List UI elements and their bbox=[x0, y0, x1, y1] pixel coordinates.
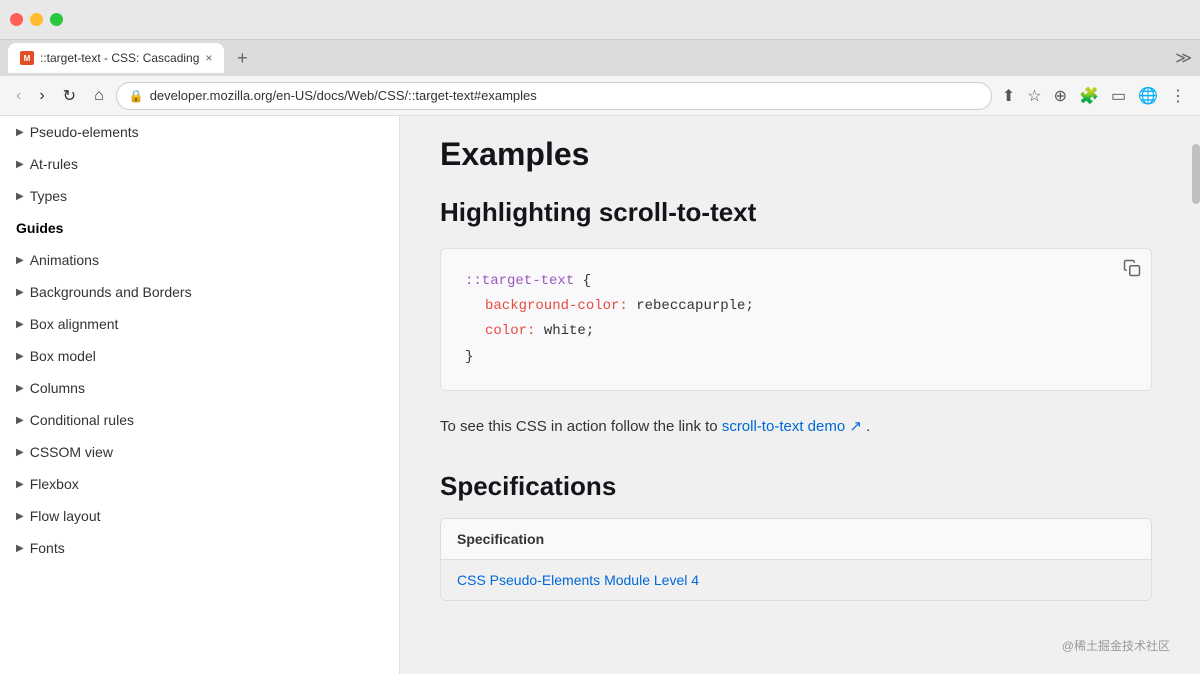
tab-close-button[interactable]: × bbox=[205, 51, 212, 65]
new-tab-button[interactable]: + bbox=[228, 44, 256, 72]
arrow-icon: ▶ bbox=[16, 383, 24, 394]
back-button[interactable]: ‹ bbox=[10, 83, 27, 109]
arrow-icon: ▶ bbox=[16, 127, 24, 138]
url-text: developer.mozilla.org/en-US/docs/Web/CSS… bbox=[150, 88, 979, 103]
spec-table-row: CSS Pseudo-Elements Module Level 4 bbox=[441, 560, 1151, 600]
sidebar-item-label: Fonts bbox=[30, 540, 65, 556]
right-scrollbar[interactable] bbox=[1192, 116, 1200, 674]
arrow-icon: ▶ bbox=[16, 191, 24, 202]
window-controls bbox=[10, 13, 63, 26]
sidebar-item-types[interactable]: ▶ Types bbox=[0, 180, 399, 212]
spec-table-header: Specification bbox=[441, 519, 1151, 560]
sidebar-item-label: Conditional rules bbox=[30, 412, 134, 428]
main-content: Examples Highlighting scroll-to-text ::t… bbox=[400, 116, 1192, 674]
css-close-brace: } bbox=[465, 349, 473, 365]
browser-chrome: M ::target-text - CSS: Cascading × + ≫ ‹… bbox=[0, 0, 1200, 674]
sidebar-item-label: Box alignment bbox=[30, 316, 119, 332]
sidebar-item-label: Animations bbox=[30, 252, 99, 268]
sidebar-item-flow-layout[interactable]: ▶ Flow layout bbox=[0, 500, 399, 532]
css-property-1: background-color: bbox=[485, 298, 628, 314]
highlight-heading: Highlighting scroll-to-text bbox=[440, 197, 1152, 228]
refresh-button[interactable]: ↻ bbox=[57, 82, 82, 110]
sidebar-item-label: At-rules bbox=[30, 156, 78, 172]
css-value-2: white; bbox=[535, 323, 594, 339]
code-block: ::target-text { background-color: rebecc… bbox=[440, 248, 1152, 391]
profile-button[interactable]: ⊕ bbox=[1050, 82, 1071, 110]
page-content: ▶ Pseudo-elements ▶ At-rules ▶ Types Gui… bbox=[0, 116, 1200, 674]
css-selector: ::target-text bbox=[465, 273, 574, 289]
forward-button[interactable]: › bbox=[33, 83, 50, 109]
sidebar-item-conditional-rules[interactable]: ▶ Conditional rules bbox=[0, 404, 399, 436]
arrow-icon: ▶ bbox=[16, 159, 24, 170]
arrow-icon: ▶ bbox=[16, 319, 24, 330]
sidebar-item-label: Flexbox bbox=[30, 476, 79, 492]
sidebar-button[interactable]: ▭ bbox=[1107, 82, 1130, 110]
sidebar-item-flexbox[interactable]: ▶ Flexbox bbox=[0, 468, 399, 500]
css-value-1: rebeccapurple; bbox=[628, 298, 754, 314]
sidebar-item-fonts[interactable]: ▶ Fonts bbox=[0, 532, 399, 564]
arrow-icon: ▶ bbox=[16, 255, 24, 266]
tab-favicon: M bbox=[20, 51, 34, 65]
sidebar-item-label: Types bbox=[30, 188, 67, 204]
active-tab[interactable]: M ::target-text - CSS: Cascading × bbox=[8, 43, 224, 73]
extensions-button[interactable]: 🧩 bbox=[1075, 82, 1103, 110]
sidebar-item-box-alignment[interactable]: ▶ Box alignment bbox=[0, 308, 399, 340]
sidebar-item-backgrounds-borders[interactable]: ▶ Backgrounds and Borders bbox=[0, 276, 399, 308]
nav-actions: ⬆ ☆ ⊕ 🧩 ▭ 🌐 ⋮ bbox=[998, 82, 1190, 110]
specifications-heading: Specifications bbox=[440, 471, 1152, 502]
examples-heading: Examples bbox=[440, 136, 1152, 173]
arrow-icon: ▶ bbox=[16, 447, 24, 458]
sidebar-item-label: Box model bbox=[30, 348, 96, 364]
sidebar-item-box-model[interactable]: ▶ Box model bbox=[0, 340, 399, 372]
description-before: To see this CSS in action follow the lin… bbox=[440, 418, 722, 435]
sidebar-item-label: Pseudo-elements bbox=[30, 124, 139, 140]
sidebar-item-label: CSSOM view bbox=[30, 444, 113, 460]
arrow-icon: ▶ bbox=[16, 511, 24, 522]
css-property-2: color: bbox=[485, 323, 535, 339]
bookmark-button[interactable]: ☆ bbox=[1023, 82, 1045, 110]
sidebar-item-columns[interactable]: ▶ Columns bbox=[0, 372, 399, 404]
share-button[interactable]: ⬆ bbox=[998, 82, 1019, 110]
home-button[interactable]: ⌂ bbox=[88, 83, 110, 109]
more-button[interactable]: ⋮ bbox=[1166, 82, 1190, 110]
sidebar-item-label: Flow layout bbox=[30, 508, 101, 524]
external-link-icon: ↗ bbox=[849, 418, 862, 435]
minimize-button[interactable] bbox=[30, 13, 43, 26]
arrow-icon: ▶ bbox=[16, 351, 24, 362]
sidebar-item-label: Columns bbox=[30, 380, 85, 396]
sidebar: ▶ Pseudo-elements ▶ At-rules ▶ Types Gui… bbox=[0, 116, 400, 674]
arrow-icon: ▶ bbox=[16, 415, 24, 426]
tab-title: ::target-text - CSS: Cascading bbox=[40, 51, 199, 65]
sidebar-item-animations[interactable]: ▶ Animations bbox=[0, 244, 399, 276]
sidebar-item-label: Backgrounds and Borders bbox=[30, 284, 192, 300]
close-button[interactable] bbox=[10, 13, 23, 26]
arrow-icon: ▶ bbox=[16, 287, 24, 298]
scroll-to-text-link[interactable]: scroll-to-text demo ↗ bbox=[722, 418, 866, 435]
css-open-brace: { bbox=[583, 273, 591, 289]
globe-button[interactable]: 🌐 bbox=[1134, 82, 1162, 110]
scrollbar-thumb bbox=[1192, 144, 1200, 204]
sidebar-item-pseudo-elements[interactable]: ▶ Pseudo-elements bbox=[0, 116, 399, 148]
description-after: . bbox=[866, 418, 870, 435]
tab-more-button[interactable]: ≫ bbox=[1175, 48, 1192, 68]
tab-bar: M ::target-text - CSS: Cascading × + ≫ bbox=[0, 40, 1200, 76]
maximize-button[interactable] bbox=[50, 13, 63, 26]
sidebar-item-cssom-view[interactable]: ▶ CSSOM view bbox=[0, 436, 399, 468]
css-rule-2: color: white; bbox=[465, 319, 1127, 344]
copy-button[interactable] bbox=[1123, 259, 1141, 282]
link-text: scroll-to-text demo bbox=[722, 418, 845, 435]
spec-table: Specification CSS Pseudo-Elements Module… bbox=[440, 518, 1152, 601]
spec-link[interactable]: CSS Pseudo-Elements Module Level 4 bbox=[457, 572, 699, 588]
arrow-icon: ▶ bbox=[16, 479, 24, 490]
lock-icon: 🔒 bbox=[129, 89, 144, 103]
title-bar bbox=[0, 0, 1200, 40]
nav-bar: ‹ › ↻ ⌂ 🔒 developer.mozilla.org/en-US/do… bbox=[0, 76, 1200, 116]
arrow-icon: ▶ bbox=[16, 543, 24, 554]
css-rule-1: background-color: rebeccapurple; bbox=[465, 294, 1127, 319]
sidebar-section-guides: Guides bbox=[0, 212, 399, 244]
description-text: To see this CSS in action follow the lin… bbox=[440, 415, 1152, 439]
address-bar[interactable]: 🔒 developer.mozilla.org/en-US/docs/Web/C… bbox=[116, 82, 992, 110]
sidebar-item-at-rules[interactable]: ▶ At-rules bbox=[0, 148, 399, 180]
